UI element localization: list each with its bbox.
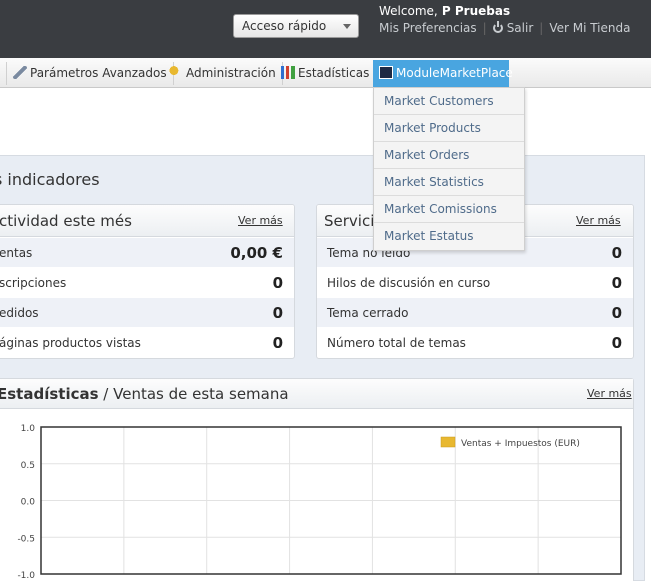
row-label: entas — [0, 246, 33, 260]
activity-box-header: ctividad este més Ver más — [0, 205, 294, 237]
row-value: 0 — [272, 304, 283, 322]
y-tick-label: -0.5 — [17, 534, 35, 544]
nav-item-statistics[interactable]: Estadísticas — [275, 62, 377, 85]
row-value: 0 — [272, 334, 283, 352]
power-icon — [492, 21, 503, 33]
nav-item-advanced-params[interactable]: Parámetros Avanzados — [6, 62, 174, 85]
stats-title-rest: / Ventas de esta semana — [98, 385, 289, 403]
stats-title: Estadísticas / Ventas de esta semana — [0, 385, 289, 403]
row-value: 0 — [611, 244, 622, 262]
welcome-prefix: Welcome, — [379, 4, 438, 18]
menu-item-market-customers[interactable]: Market Customers — [374, 88, 524, 115]
row-label: scripciones — [0, 276, 67, 290]
bar-chart-icon — [281, 66, 295, 79]
table-row: Número total de temas 0 — [317, 327, 633, 357]
row-value: 0 — [611, 334, 622, 352]
wrench-icon — [13, 66, 27, 79]
row-value: 0,00 € — [230, 244, 283, 262]
chevron-down-icon — [343, 24, 351, 29]
legend-label: Ventas + Impuestos (EUR) — [461, 439, 580, 449]
marketplace-dropdown: Market Customers Market Products Market … — [373, 87, 525, 251]
stats-title-bold: Estadísticas — [0, 385, 99, 403]
activity-box: ctividad este més Ver más entas 0,00 € s… — [0, 204, 295, 359]
quick-access-select[interactable]: Acceso rápido — [233, 14, 359, 38]
key-icon — [169, 66, 183, 79]
activity-more-link[interactable]: Ver más — [238, 214, 283, 227]
user-name: P Pruebas — [441, 4, 511, 18]
separator: | — [539, 21, 544, 35]
logout-label: Salir — [506, 21, 534, 35]
menu-item-market-statistics[interactable]: Market Statistics — [374, 169, 524, 196]
quick-access-label: Acceso rápido — [242, 19, 327, 33]
separator: | — [482, 21, 487, 35]
nav-item-module-marketplace[interactable]: ModuleMarketPlace — [373, 60, 513, 87]
sales-chart: 1.0 0.5 0.0 -0.5 -1.0 Ventas + Impuestos (EUR… — [17, 424, 622, 581]
table-row: áginas productos vistas 0 — [0, 327, 294, 357]
nav-item-label: Parámetros Avanzados — [30, 66, 167, 80]
stats-more-link[interactable]: Ver más — [587, 387, 632, 400]
module-icon — [379, 66, 393, 79]
row-label: Número total de temas — [327, 336, 466, 350]
view-store-link[interactable]: Ver Mi Tienda — [549, 21, 630, 35]
legend-swatch — [440, 436, 456, 448]
y-tick-label: 0.0 — [21, 498, 36, 508]
table-row: Tema cerrado 0 — [317, 297, 633, 327]
row-label: edidos — [0, 306, 39, 320]
service-more-link[interactable]: Ver más — [576, 214, 621, 227]
logout-link[interactable]: Salir — [492, 21, 534, 35]
row-value: 0 — [611, 274, 622, 292]
menu-item-market-orders[interactable]: Market Orders — [374, 142, 524, 169]
menu-item-market-estatus[interactable]: Market Estatus — [374, 223, 524, 250]
top-header: Acceso rápido Welcome, P Pruebas Mis Pre… — [0, 0, 651, 58]
menu-item-market-products[interactable]: Market Products — [374, 115, 524, 142]
nav-item-administration[interactable]: Administración — [163, 62, 283, 85]
y-tick-label: 0.5 — [21, 461, 35, 471]
y-tick-label: 1.0 — [21, 424, 36, 434]
panel-title: s indicadores — [0, 170, 100, 189]
row-label: Hilos de discusión en curso — [327, 276, 491, 290]
table-row: scripciones 0 — [0, 267, 294, 297]
menu-item-market-comissions[interactable]: Market Comissions — [374, 196, 524, 223]
header-links: Mis Preferencias | Salir | Ver Mi Tienda — [379, 21, 630, 35]
row-label: áginas productos vistas — [0, 336, 141, 350]
table-row: edidos 0 — [0, 297, 294, 327]
stats-box: Estadísticas / Ventas de esta semana Ver… — [0, 378, 634, 581]
stats-box-header: Estadísticas / Ventas de esta semana Ver… — [0, 379, 633, 409]
nav-item-label: Estadísticas — [298, 66, 370, 80]
nav-item-label: Administración — [186, 66, 276, 80]
activity-title: ctividad este més — [0, 212, 132, 230]
table-row: entas 0,00 € — [0, 237, 294, 267]
row-label: Tema cerrado — [327, 306, 409, 320]
row-value: 0 — [611, 304, 622, 322]
preferences-link[interactable]: Mis Preferencias — [379, 21, 477, 35]
table-row: Hilos de discusión en curso 0 — [317, 267, 633, 297]
row-value: 0 — [272, 274, 283, 292]
nav-item-label: ModuleMarketPlace — [396, 66, 513, 80]
y-tick-label: -1.0 — [17, 571, 35, 581]
welcome-text: Welcome, P Pruebas — [379, 4, 510, 18]
main-nav: Parámetros Avanzados Administración Esta… — [0, 58, 651, 88]
